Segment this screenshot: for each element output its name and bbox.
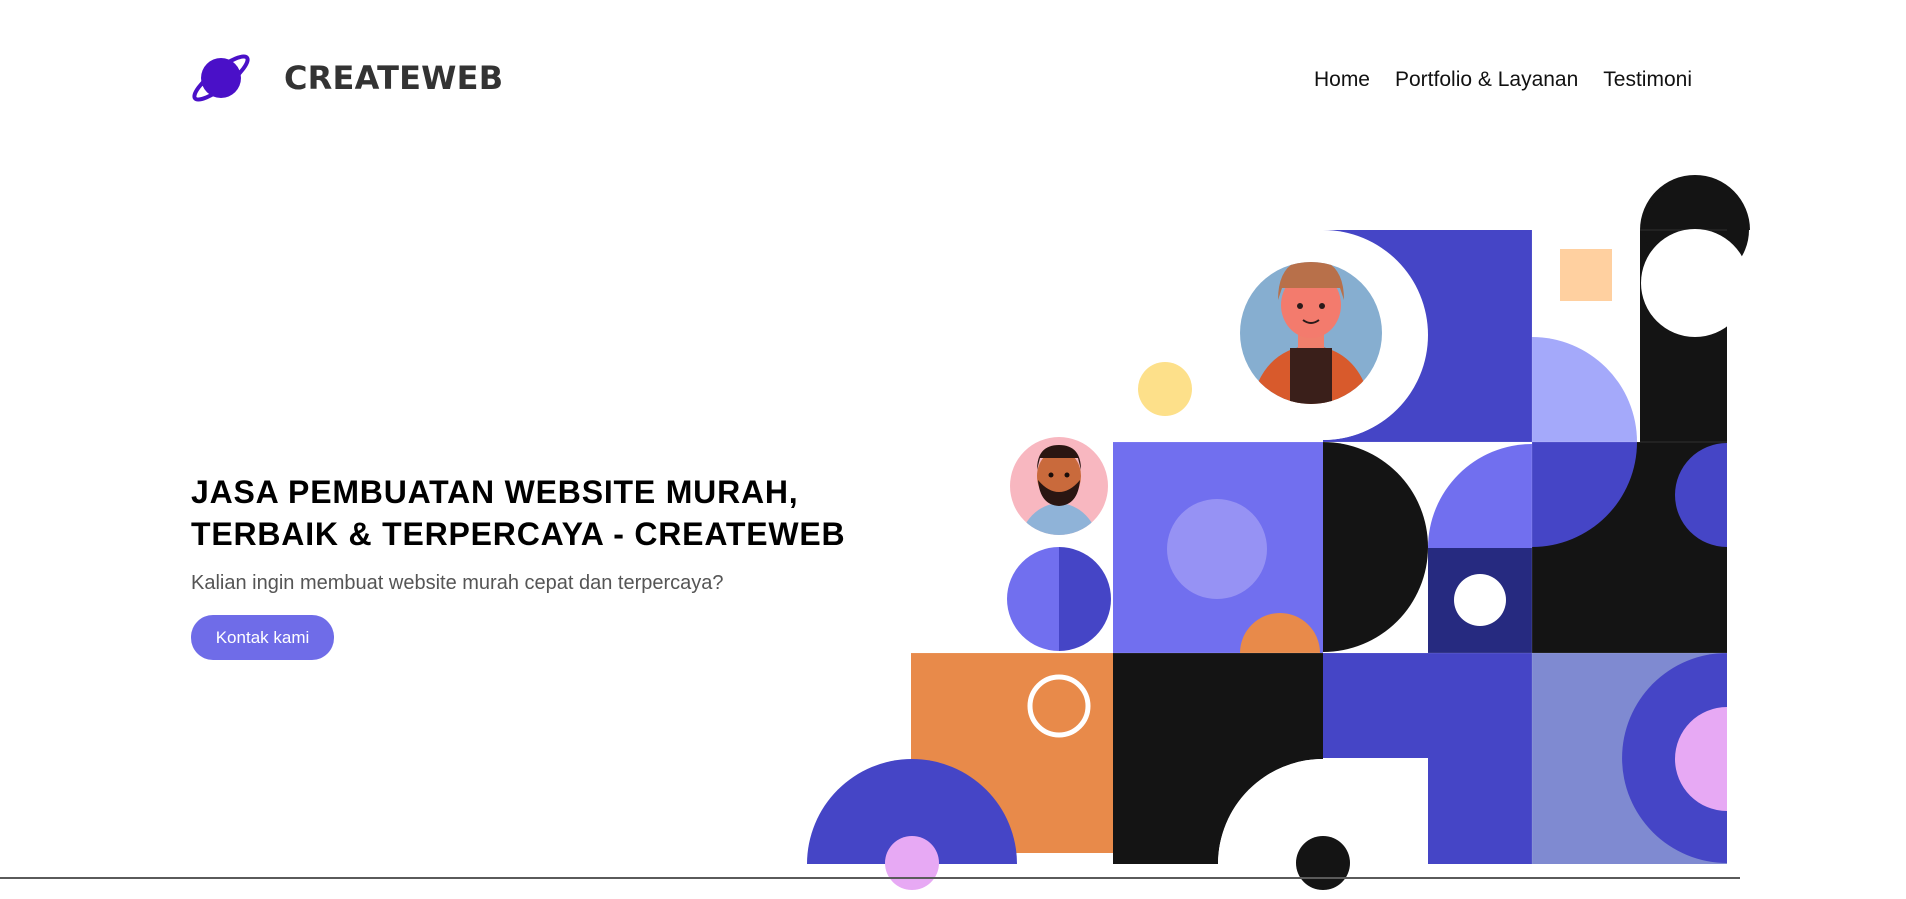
nav-portfolio-layanan[interactable]: Portfolio & Layanan — [1395, 68, 1578, 92]
avatar-man-beard — [1010, 437, 1108, 535]
planet-icon — [192, 54, 250, 102]
site-header: CREATEWEB Home Portfolio & Layanan Testi… — [0, 0, 1906, 160]
hero-title-line-2: TERBAIK & TERPERCAYA - CREATEWEB — [191, 516, 846, 552]
main-nav: Home Portfolio & Layanan Testimoni — [1314, 68, 1692, 92]
avatar-man-beanie — [1240, 262, 1382, 404]
hero-title: JASA PEMBUATAN WEBSITE MURAH, TERBAIK & … — [191, 471, 911, 555]
nav-home[interactable]: Home — [1314, 68, 1370, 92]
hero-subtitle: Kalian ingin membuat website murah cepat… — [191, 572, 724, 594]
page-divider — [0, 877, 1740, 879]
nav-testimoni[interactable]: Testimoni — [1603, 68, 1692, 92]
hero-title-line-1: JASA PEMBUATAN WEBSITE MURAH, — [191, 474, 799, 510]
brand-logo-link[interactable]: CREATEWEB — [190, 44, 503, 112]
brand-name: CREATEWEB — [284, 59, 504, 97]
contact-button[interactable]: Kontak kami — [191, 615, 334, 660]
hero-section: JASA PEMBUATAN WEBSITE MURAH, TERBAIK & … — [191, 471, 911, 660]
